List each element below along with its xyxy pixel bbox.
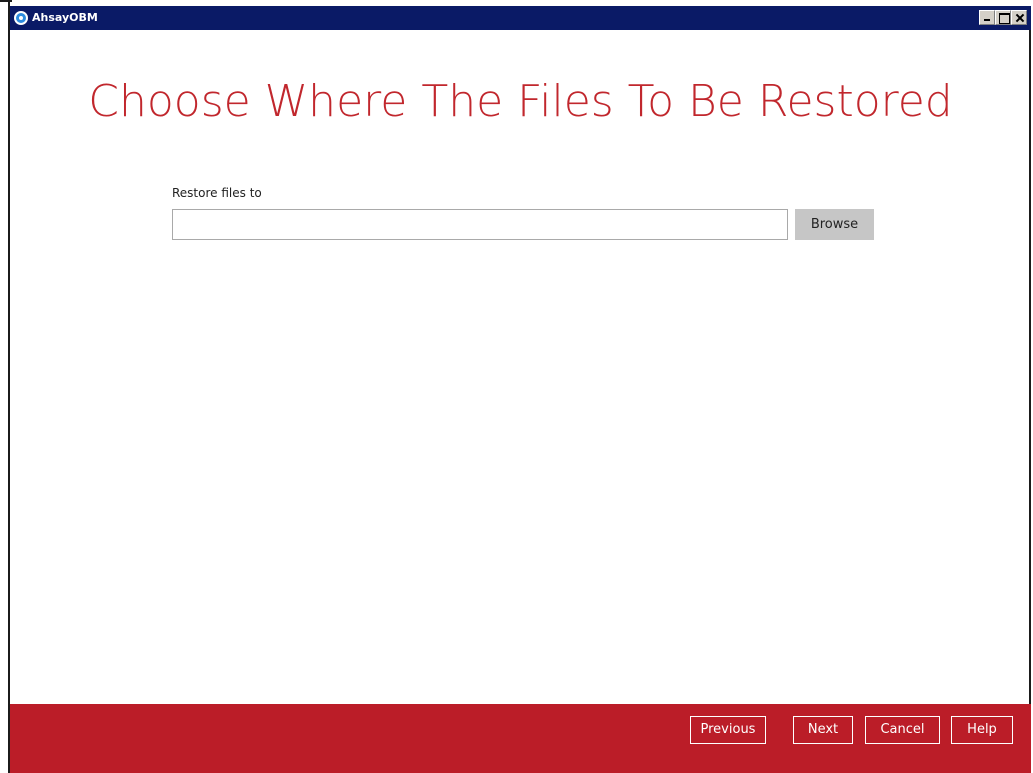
title-bar[interactable]: AhsayOBM bbox=[10, 6, 1031, 30]
window-title: AhsayOBM bbox=[32, 11, 98, 24]
help-button[interactable]: Help bbox=[951, 716, 1013, 744]
ahsay-logo-icon bbox=[14, 11, 28, 25]
top-edge bbox=[0, 0, 12, 2]
page-title: Choose Where The Files To Be Restored bbox=[88, 76, 953, 127]
window-controls bbox=[979, 10, 1027, 26]
next-button[interactable]: Next bbox=[793, 716, 853, 744]
restore-files-to-label: Restore files to bbox=[172, 186, 262, 200]
close-icon[interactable] bbox=[1011, 10, 1027, 25]
browse-button[interactable]: Browse bbox=[795, 209, 874, 240]
restore-path-input[interactable] bbox=[172, 209, 788, 240]
cancel-button[interactable]: Cancel bbox=[865, 716, 940, 744]
minimize-icon[interactable] bbox=[979, 10, 995, 25]
app-window: AhsayOBM Choose Where The Files To Be Re… bbox=[10, 6, 1031, 773]
previous-button[interactable]: Previous bbox=[690, 716, 766, 744]
maximize-icon[interactable] bbox=[995, 10, 1011, 25]
footer-bar: Previous Next Cancel Help bbox=[10, 704, 1031, 773]
screen: AhsayOBM Choose Where The Files To Be Re… bbox=[0, 0, 1033, 773]
